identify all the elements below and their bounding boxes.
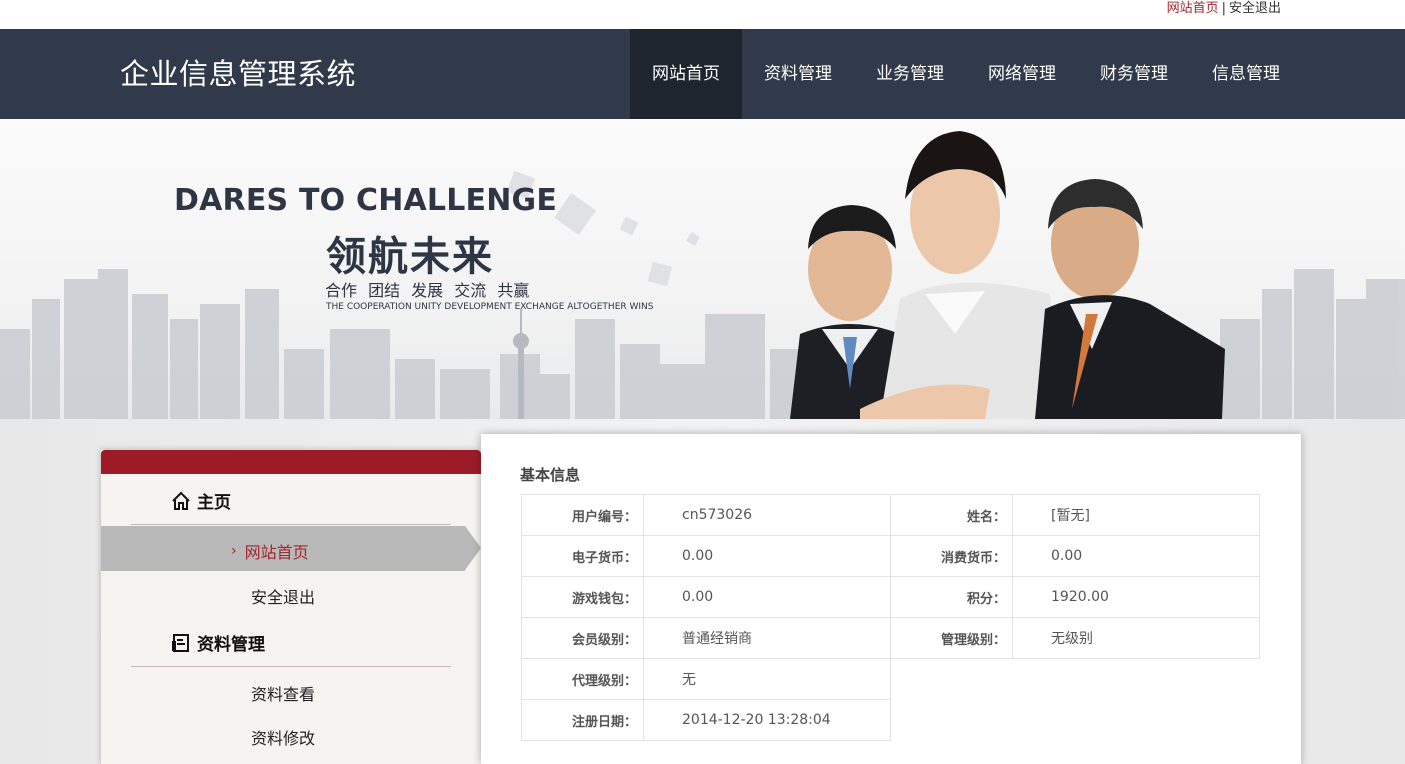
table-row: 游戏钱包： 0.00 积分： 1920.00 (521, 576, 1260, 618)
header: 企业信息管理系统 网站首页 资料管理 业务管理 网络管理 财务管理 信息管理 (0, 29, 1405, 119)
sidebar-active-pointer (465, 526, 481, 570)
sidebar-item-profile-edit[interactable]: 资料修改 (251, 725, 315, 749)
site-title: 企业信息管理系统 (120, 57, 357, 91)
sidebar-section-home-label: 主页 (197, 493, 231, 513)
field-label: 消费货币： (890, 535, 1013, 577)
sidebar-divider (131, 666, 451, 667)
sidebar: 主页 › 网站首页 安全退出 资料管理 资料查看 资料修改 (101, 450, 481, 764)
nav-profile[interactable]: 资料管理 (742, 29, 854, 119)
empty-cell (1013, 700, 1260, 741)
chevron-right-icon: › (231, 543, 237, 559)
field-label: 积分： (890, 576, 1013, 618)
field-value: 无 (643, 658, 891, 700)
field-label: 电子货币： (521, 535, 644, 577)
field-label: 游戏钱包： (521, 576, 644, 618)
table-row: 会员级别： 普通经销商 管理级别： 无级别 (521, 617, 1260, 659)
hero-banner: DARES TO CHALLENGE 领航未来 合作 团结 发展 交流 共赢 T… (0, 119, 1405, 419)
table-row: 电子货币： 0.00 消费货币： 0.00 (521, 535, 1260, 577)
field-value: 2014-12-20 13:28:04 (643, 699, 891, 741)
home-icon (172, 491, 190, 510)
top-logout-link[interactable]: 安全退出 (1229, 1, 1281, 16)
empty-cell (1013, 659, 1260, 700)
field-value: 0.00 (643, 576, 891, 618)
nav-business[interactable]: 业务管理 (854, 29, 966, 119)
table-row: 用户编号： cn573026 姓名： [暂无] (521, 494, 1260, 536)
sidebar-section-profile: 资料管理 (171, 630, 265, 655)
sidebar-item-profile-view[interactable]: 资料查看 (251, 681, 315, 705)
field-label: 姓名： (890, 494, 1013, 536)
field-value: cn573026 (643, 494, 891, 536)
field-label: 用户编号： (521, 494, 644, 536)
field-label: 会员级别： (521, 617, 644, 659)
nav-info[interactable]: 信息管理 (1190, 29, 1302, 119)
top-links: 网站首页 | 安全退出 (1167, 1, 1281, 17)
banner-headline-cn: 领航未来 (326, 234, 494, 280)
nav-network[interactable]: 网络管理 (966, 29, 1078, 119)
banner-headline-en: DARES TO CHALLENGE (174, 183, 558, 218)
field-label: 代理级别： (521, 658, 644, 700)
document-icon (172, 633, 189, 652)
field-value: 无级别 (1012, 617, 1260, 659)
info-panel: 基本信息 用户编号： cn573026 姓名： [暂无] 电子货币： 0.00 … (481, 434, 1301, 764)
table-row: 注册日期： 2014-12-20 13:28:04 (521, 699, 1260, 741)
field-value: 0.00 (643, 535, 891, 577)
empty-cell (891, 659, 1013, 700)
sidebar-header-bar (101, 450, 481, 474)
banner-subline: 合作 团结 发展 交流 共赢 (325, 281, 530, 300)
top-home-link[interactable]: 网站首页 (1167, 1, 1219, 16)
nav-finance[interactable]: 财务管理 (1078, 29, 1190, 119)
sidebar-item-home[interactable]: › 网站首页 (231, 539, 309, 563)
field-value: 0.00 (1012, 535, 1260, 577)
banner-illustration (0, 131, 1405, 419)
sidebar-section-home: 主页 (171, 488, 231, 513)
banner-tagline: THE COOPERATION UNITY DEVELOPMENT EXCHAN… (326, 302, 654, 312)
empty-cell (891, 700, 1013, 741)
sidebar-item-home-label: 网站首页 (244, 543, 309, 562)
field-value: [暂无] (1012, 494, 1260, 536)
field-value: 1920.00 (1012, 576, 1260, 618)
sidebar-item-logout[interactable]: 安全退出 (251, 584, 315, 608)
sidebar-divider (131, 524, 451, 525)
field-label: 管理级别： (890, 617, 1013, 659)
top-utility-bar: 网站首页 | 安全退出 (0, 0, 1405, 29)
field-label: 注册日期： (521, 699, 644, 741)
top-link-separator: | (1221, 1, 1226, 16)
main-nav: 网站首页 资料管理 业务管理 网络管理 财务管理 信息管理 (630, 29, 1302, 119)
field-value: 普通经销商 (643, 617, 891, 659)
basic-info-table: 用户编号： cn573026 姓名： [暂无] 电子货币： 0.00 消费货币：… (521, 494, 1260, 741)
sidebar-section-profile-label: 资料管理 (197, 635, 265, 655)
table-row: 代理级别： 无 (521, 658, 1260, 700)
panel-title: 基本信息 (520, 466, 581, 484)
nav-home[interactable]: 网站首页 (630, 29, 742, 119)
